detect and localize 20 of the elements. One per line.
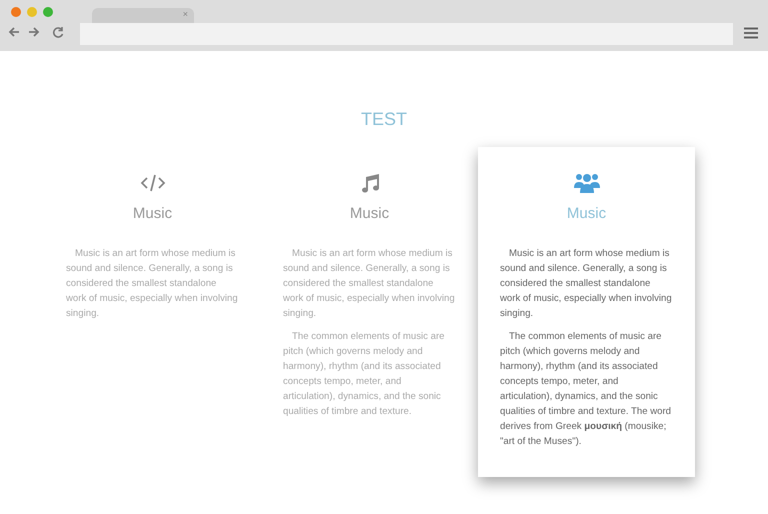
- code-icon: [140, 174, 166, 192]
- maximize-window-icon[interactable]: [43, 7, 53, 17]
- section-heading: TEST: [360, 108, 408, 131]
- back-icon[interactable]: [8, 26, 20, 38]
- reload-icon[interactable]: [52, 26, 64, 38]
- card-title: Music: [132, 205, 174, 222]
- menu-icon[interactable]: [744, 27, 758, 39]
- card-paragraph: Music is an art form whose medium is sound and silence. Generally, a song is considered the smallest standalone work of music, especially when involving singing.: [66, 247, 239, 321]
- card-title: Music: [566, 205, 608, 222]
- feature-card[interactable]: Music Music is an art form whose medium is sound and silence. Generally, a song is considered the smallest standalone work of music, especially when involving singing.: [44, 147, 261, 477]
- browser-tab[interactable]: ×: [92, 8, 194, 23]
- users-icon: [574, 172, 600, 194]
- card-title: Music: [348, 205, 390, 222]
- tab-close-icon[interactable]: ×: [182, 8, 188, 21]
- forward-icon[interactable]: [28, 26, 40, 38]
- card-paragraph: The common elements of music are pitch (which governs melody and harmony), rhythm (and its associated concepts tempo, meter, and articulation), dynamics, and the sonic qualities of timbre and texture.: [283, 330, 446, 419]
- close-window-icon[interactable]: [11, 7, 21, 17]
- card-paragraph: Music is an art form whose medium is sound and silence. Generally, a song is considered the smallest standalone work of music, especially when involving singing.: [500, 247, 673, 321]
- card-paragraph: Music is an art form whose medium is sound and silence. Generally, a song is considered the smallest standalone work of music, especially when involving singing.: [283, 247, 456, 321]
- card-paragraph: The common elements of music are pitch (which governs melody and harmony), rhythm (and its associated concepts tempo, meter, and articulation), dynamics, and the sonic qualities of timbre and texture. The word derives from Greek μουσική (mousike; "art of the Muses").: [500, 330, 672, 449]
